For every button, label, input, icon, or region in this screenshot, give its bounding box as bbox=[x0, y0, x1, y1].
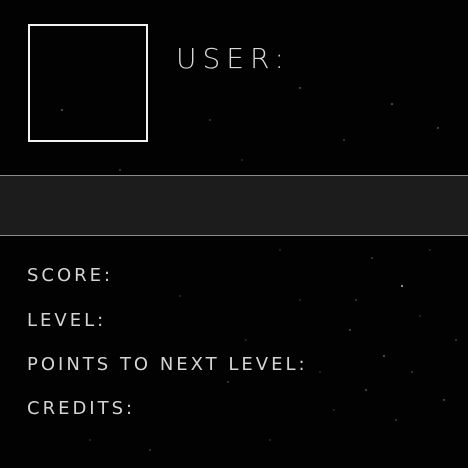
user-label: USER: bbox=[176, 42, 290, 75]
avatar-frame bbox=[28, 24, 148, 142]
level-label: LEVEL: bbox=[27, 310, 107, 331]
divider-band bbox=[0, 175, 468, 236]
user-profile-panel: USER: SCORE: LEVEL: POINTS TO NEXT LEVEL… bbox=[0, 0, 468, 468]
score-label: SCORE: bbox=[27, 265, 114, 286]
points-to-next-level-label: POINTS TO NEXT LEVEL: bbox=[27, 354, 308, 375]
credits-label: CREDITS: bbox=[27, 398, 136, 419]
